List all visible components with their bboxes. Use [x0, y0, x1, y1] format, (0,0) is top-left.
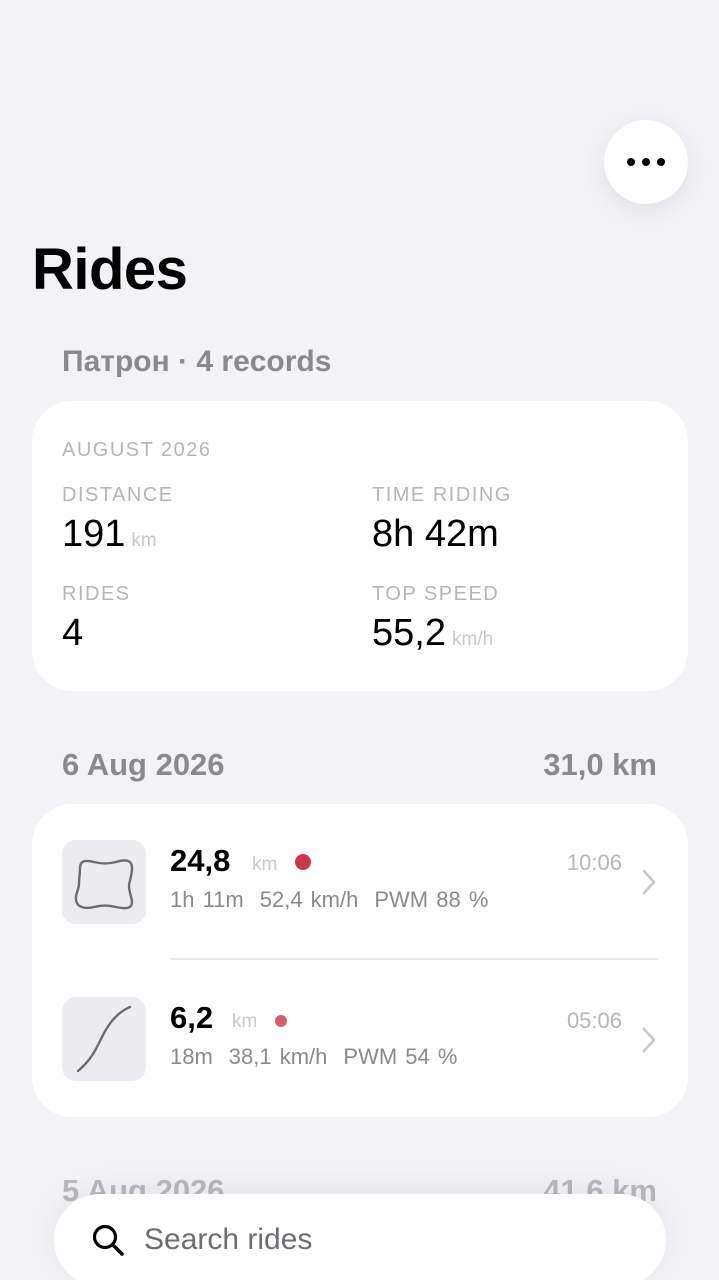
ride-distance: 6,2	[170, 1000, 214, 1035]
rides-count-label: RIDES	[62, 583, 131, 605]
ride-top-speed: 38,1 km/h	[228, 1044, 328, 1069]
ride-distance-unit: km	[252, 854, 278, 875]
ride-stats: 18m 38,1 km/h PWM 54 %	[170, 1043, 473, 1071]
ride-pwm: PWM 88 %	[374, 887, 489, 912]
time-riding-value: 8h 42m	[372, 513, 499, 555]
top-speed-value: 55,2 km/h	[372, 610, 493, 663]
more-dot-icon	[627, 158, 635, 166]
distance-value: 191 km	[62, 511, 157, 564]
top-speed-unit: km/h	[451, 629, 494, 650]
top-speed-label: TOP SPEED	[372, 583, 500, 605]
search-icon	[92, 1224, 124, 1256]
ride-stats: 1h 11m 52,4 km/h PWM 88 %	[170, 886, 504, 914]
ride-top-speed: 52,4 km/h	[259, 887, 359, 912]
page-title: Rides	[32, 237, 188, 302]
distance-unit: km	[131, 530, 157, 551]
chevron-right-icon	[642, 869, 656, 895]
search-bar[interactable]: Search rides	[54, 1194, 666, 1280]
summary-month: AUGUST 2026	[62, 439, 212, 461]
ride-start-time: 10:06	[566, 850, 622, 875]
day-header-total: 31,0 km	[543, 747, 657, 782]
ride-pwm: PWM 54 %	[343, 1044, 458, 1069]
more-dot-icon	[642, 158, 650, 166]
search-input[interactable]: Search rides	[144, 1222, 312, 1258]
ride-distance: 24,8	[170, 843, 231, 878]
vehicle-records-subtitle: Патрон · 4 records	[62, 345, 332, 378]
top-speed-number: 55,2	[372, 612, 446, 654]
more-dot-icon	[657, 158, 665, 166]
rides-count-value: 4	[62, 612, 84, 654]
day-header-date: 6 Aug 2026	[62, 747, 225, 782]
curve-track-icon	[62, 997, 146, 1081]
loop-track-icon	[62, 840, 146, 924]
ride-status-dot	[275, 1015, 287, 1027]
ride-distance-unit: km	[232, 1011, 258, 1032]
rides-screen: Rides Патрон · 4 records AUGUST 2026 DIS…	[0, 0, 719, 1280]
ride-duration: 18m	[170, 1044, 213, 1069]
ride-status-dot	[295, 854, 311, 870]
distance-label: DISTANCE	[62, 484, 174, 506]
more-options-button[interactable]	[604, 120, 688, 204]
chevron-right-icon	[642, 1027, 656, 1053]
ride-duration: 1h 11m	[170, 887, 244, 912]
distance-number: 191	[62, 513, 126, 555]
ride-start-time: 05:06	[566, 1008, 622, 1033]
time-riding-label: TIME RIDING	[372, 484, 512, 506]
ride-divider	[170, 958, 658, 960]
